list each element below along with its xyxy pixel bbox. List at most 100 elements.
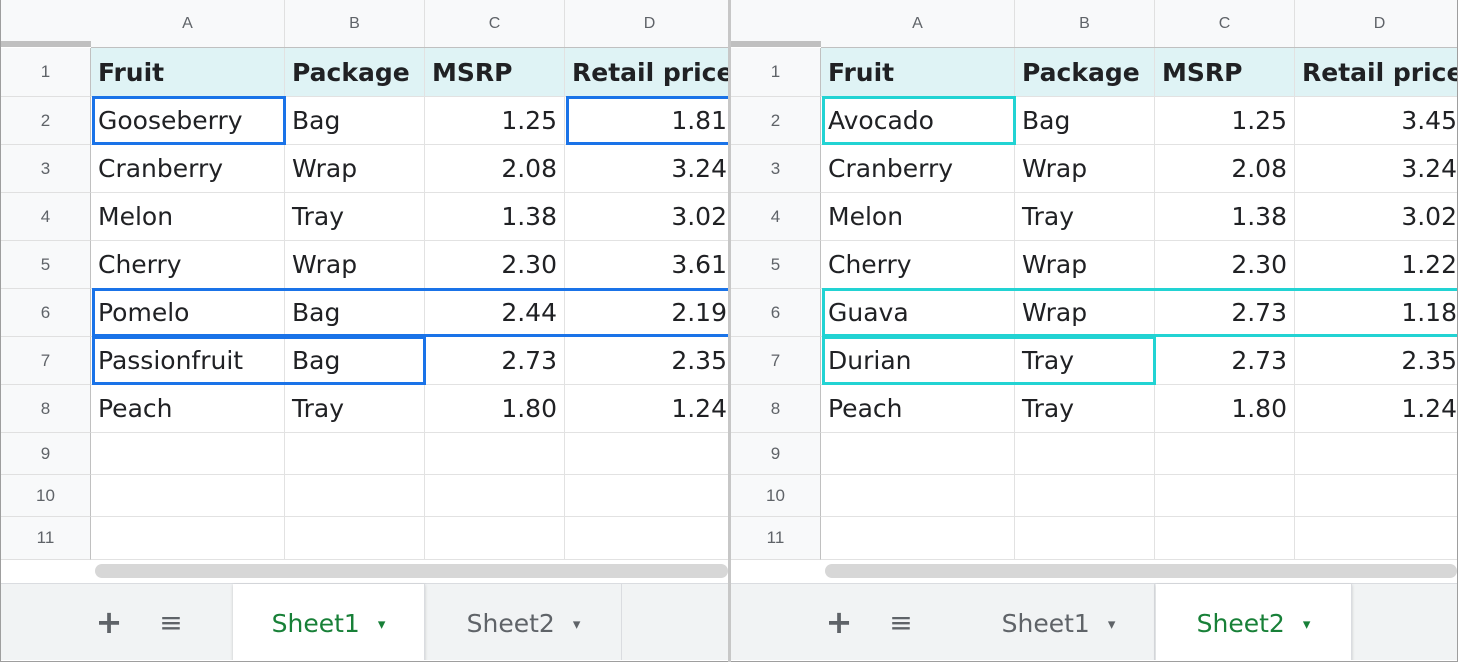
tab-sheet2[interactable]: Sheet2 ▾	[426, 584, 622, 660]
column-header-b[interactable]: B	[1015, 0, 1155, 47]
plus-icon[interactable]: +	[89, 602, 129, 642]
cell-b3[interactable]: Wrap	[1015, 145, 1155, 193]
cell-d9[interactable]	[565, 433, 728, 475]
cell-c5[interactable]: 2.30	[1155, 241, 1295, 289]
cell-d9[interactable]	[1295, 433, 1457, 475]
cell-d6[interactable]: 1.18	[1295, 289, 1457, 337]
cell-a11[interactable]	[91, 517, 285, 560]
chevron-down-icon[interactable]: ▾	[378, 615, 386, 633]
header-cell-d1[interactable]: Retail price	[1295, 48, 1457, 97]
row-header-11[interactable]: 11	[1, 517, 91, 560]
cell-b7[interactable]: Bag	[285, 337, 425, 385]
cell-a9[interactable]	[821, 433, 1015, 475]
cell-c6[interactable]: 2.44	[425, 289, 565, 337]
cell-a3[interactable]: Cranberry	[91, 145, 285, 193]
header-cell-c1[interactable]: MSRP	[425, 48, 565, 97]
cell-b3[interactable]: Wrap	[285, 145, 425, 193]
cell-a6[interactable]: Guava	[821, 289, 1015, 337]
column-header-c[interactable]: C	[1155, 0, 1295, 47]
cell-b6[interactable]: Bag	[285, 289, 425, 337]
header-cell-d1[interactable]: Retail price	[565, 48, 728, 97]
cell-a11[interactable]	[821, 517, 1015, 560]
row-header-10[interactable]: 10	[731, 475, 821, 517]
row-header-5[interactable]: 5	[1, 241, 91, 289]
row-header-1[interactable]: 1	[1, 48, 91, 97]
scrollbar-thumb[interactable]	[825, 564, 1457, 578]
row-header-8[interactable]: 8	[1, 385, 91, 433]
cell-d11[interactable]	[565, 517, 728, 560]
cell-a3[interactable]: Cranberry	[821, 145, 1015, 193]
cell-a6[interactable]: Pomelo	[91, 289, 285, 337]
cell-b9[interactable]	[1015, 433, 1155, 475]
row-header-4[interactable]: 4	[731, 193, 821, 241]
cell-d11[interactable]	[1295, 517, 1457, 560]
chevron-down-icon[interactable]: ▾	[573, 615, 581, 633]
cell-b11[interactable]	[285, 517, 425, 560]
cell-c3[interactable]: 2.08	[1155, 145, 1295, 193]
horizontal-scrollbar[interactable]	[91, 560, 728, 583]
cell-c7[interactable]: 2.73	[425, 337, 565, 385]
cell-c9[interactable]	[425, 433, 565, 475]
cell-d2[interactable]: 3.45	[1295, 97, 1457, 145]
cell-d5[interactable]: 3.61	[565, 241, 728, 289]
cell-d10[interactable]	[1295, 475, 1457, 517]
row-header-1[interactable]: 1	[731, 48, 821, 97]
column-header-a[interactable]: A	[821, 0, 1015, 47]
row-header-2[interactable]: 2	[731, 97, 821, 145]
select-all-corner[interactable]	[731, 0, 822, 47]
cell-c5[interactable]: 2.30	[425, 241, 565, 289]
sheet-list-icon[interactable]: ≡	[151, 602, 191, 642]
cell-c9[interactable]	[1155, 433, 1295, 475]
cell-a10[interactable]	[91, 475, 285, 517]
column-header-c[interactable]: C	[425, 0, 565, 47]
chevron-down-icon[interactable]: ▾	[1303, 615, 1311, 633]
cell-a7[interactable]: Durian	[821, 337, 1015, 385]
cell-d8[interactable]: 1.24	[565, 385, 728, 433]
tab-sheet1[interactable]: Sheet1 ▾	[963, 584, 1155, 660]
header-cell-b1[interactable]: Package	[285, 48, 425, 97]
cell-a4[interactable]: Melon	[91, 193, 285, 241]
row-header-4[interactable]: 4	[1, 193, 91, 241]
cell-a10[interactable]	[821, 475, 1015, 517]
row-header-11[interactable]: 11	[731, 517, 821, 560]
cell-c2[interactable]: 1.25	[425, 97, 565, 145]
cell-a2[interactable]: Avocado	[821, 97, 1015, 145]
cell-b10[interactable]	[285, 475, 425, 517]
header-cell-a1[interactable]: Fruit	[821, 48, 1015, 97]
cell-c3[interactable]: 2.08	[425, 145, 565, 193]
header-cell-a1[interactable]: Fruit	[91, 48, 285, 97]
cell-b2[interactable]: Bag	[1015, 97, 1155, 145]
row-header-5[interactable]: 5	[731, 241, 821, 289]
cell-c2[interactable]: 1.25	[1155, 97, 1295, 145]
cell-d2[interactable]: 1.81	[565, 97, 728, 145]
column-header-d[interactable]: D	[1295, 0, 1457, 47]
scrollbar-thumb[interactable]	[95, 564, 728, 578]
cell-b5[interactable]: Wrap	[1015, 241, 1155, 289]
cell-a8[interactable]: Peach	[821, 385, 1015, 433]
row-header-9[interactable]: 9	[1, 433, 91, 475]
cell-a7[interactable]: Passionfruit	[91, 337, 285, 385]
cell-a4[interactable]: Melon	[821, 193, 1015, 241]
cell-a8[interactable]: Peach	[91, 385, 285, 433]
chevron-down-icon[interactable]: ▾	[1108, 615, 1116, 633]
cell-d7[interactable]: 2.35	[1295, 337, 1457, 385]
row-header-7[interactable]: 7	[731, 337, 821, 385]
cell-d3[interactable]: 3.24	[565, 145, 728, 193]
cell-c4[interactable]: 1.38	[425, 193, 565, 241]
cell-c10[interactable]	[425, 475, 565, 517]
cell-c8[interactable]: 1.80	[1155, 385, 1295, 433]
header-cell-b1[interactable]: Package	[1015, 48, 1155, 97]
cell-c10[interactable]	[1155, 475, 1295, 517]
cell-d3[interactable]: 3.24	[1295, 145, 1457, 193]
cell-a5[interactable]: Cherry	[821, 241, 1015, 289]
row-header-2[interactable]: 2	[1, 97, 91, 145]
row-header-8[interactable]: 8	[731, 385, 821, 433]
select-all-corner[interactable]	[1, 0, 92, 47]
cell-d4[interactable]: 3.02	[565, 193, 728, 241]
cell-d8[interactable]: 1.24	[1295, 385, 1457, 433]
sheet-list-icon[interactable]: ≡	[881, 602, 921, 642]
cell-a2[interactable]: Gooseberry	[91, 97, 285, 145]
column-header-a[interactable]: A	[91, 0, 285, 47]
row-header-9[interactable]: 9	[731, 433, 821, 475]
row-header-3[interactable]: 3	[731, 145, 821, 193]
